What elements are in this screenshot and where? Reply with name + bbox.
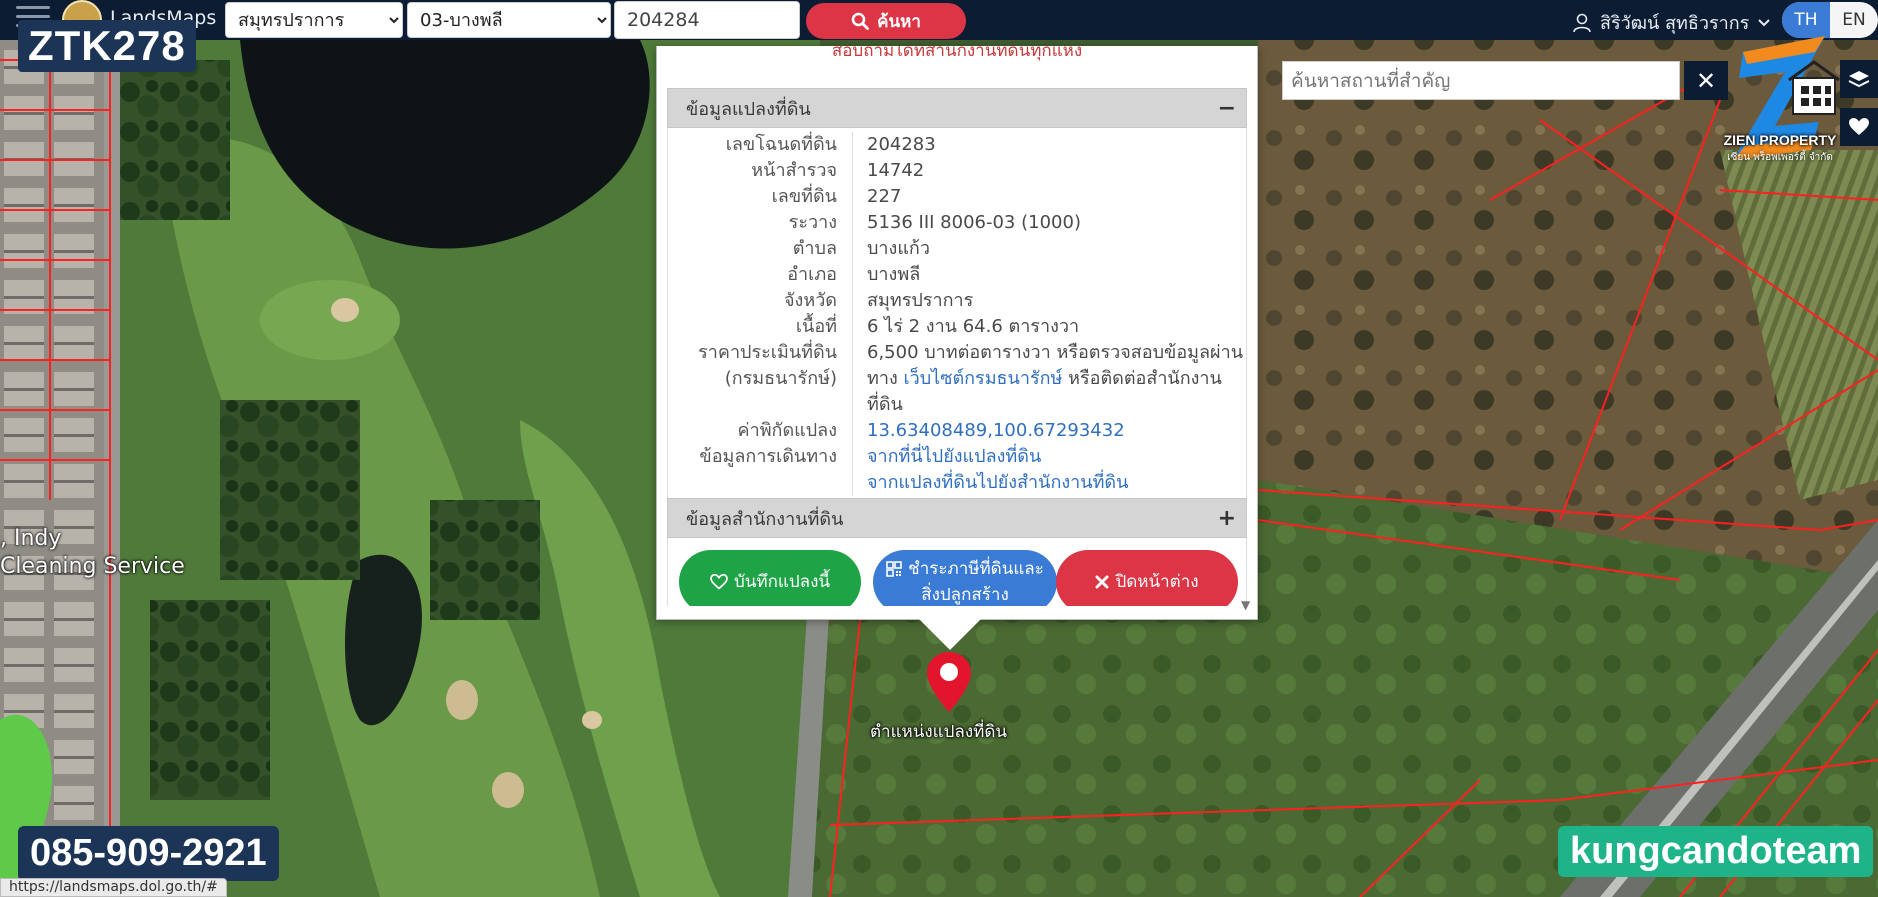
save-parcel-button[interactable]: บันทึกแปลงนี้	[679, 550, 861, 606]
save-parcel-label: บันทึกแปลงนี้	[734, 572, 830, 592]
close-icon	[1095, 575, 1109, 589]
info-label: ตำบล	[668, 236, 853, 262]
favorites-heart-icon[interactable]	[1840, 108, 1878, 146]
info-value: สมุทรปราการ	[867, 290, 974, 311]
info-row-district: อำเภอ บางพลี	[668, 262, 1246, 288]
info-value: 227	[867, 186, 902, 207]
section-parcel-header[interactable]: ข้อมูลแปลงที่ดิน −	[667, 88, 1247, 128]
user-icon	[1573, 13, 1591, 32]
poi-label-indy: , Indy	[0, 526, 62, 551]
zien-property-subtitle: เซียน พร็อพเพอร์ตี้ จำกัด	[1727, 152, 1833, 163]
price-value-line2: ทาง เว็บไซต์กรมธนารักษ์ หรือติดต่อสำนักง…	[867, 366, 1246, 418]
info-row-survey-page: หน้าสำรวจ 14742	[668, 158, 1246, 184]
chevron-down-icon	[1758, 18, 1771, 26]
info-label: อำเภอ	[668, 262, 853, 288]
province-select[interactable]: สมุทรปราการ	[225, 2, 403, 38]
coordinates-link[interactable]: 13.63408489,100.67293432	[853, 418, 1246, 444]
route-parcel-to-office-link[interactable]: จากแปลงที่ดินไปยังสำนักงานที่ดิน	[867, 470, 1246, 496]
info-value: บางแก้ว	[867, 238, 930, 259]
zien-property-name: ZIEN PROPERTY	[1723, 132, 1837, 148]
expand-icon[interactable]: +	[1218, 506, 1236, 531]
popup-scroll-area[interactable]: สอบถามได้ที่สำนักงานที่ดินทุกแห่ง ข้อมูล…	[667, 46, 1247, 606]
info-row-coordinates: ค่าพิกัดแปลง 13.63408489,100.67293432	[668, 418, 1246, 444]
status-url: https://landsmaps.dol.go.th/#	[0, 878, 227, 897]
price-value-pre: ทาง	[867, 368, 904, 389]
info-label: ราคาประเมินที่ดิน (กรมธนารักษ์)	[668, 340, 853, 418]
search-button-label: ค้นหา	[877, 11, 921, 32]
info-row-deed-number: เลขโฉนดที่ดิน 204283	[668, 132, 1246, 158]
info-value: 5136 III 8006-03 (1000)	[867, 212, 1081, 233]
info-row-subdistrict: ตำบล บางแก้ว	[668, 236, 1246, 262]
close-window-button[interactable]: ปิดหน้าต่าง	[1056, 550, 1238, 606]
popup-pointer	[918, 618, 982, 650]
map-pin-icon[interactable]	[927, 652, 971, 712]
info-value: จากที่นี่ไปยังแปลงที่ดิน จากแปลงที่ดินไป…	[853, 444, 1246, 496]
info-label: เนื้อที่	[668, 314, 853, 340]
info-value: 6 ไร่ 2 งาน 64.6 ตารางวา	[867, 316, 1080, 337]
heart-outline-icon	[710, 574, 728, 590]
info-value: 204283	[867, 134, 936, 155]
section-office-title: ข้อมูลสำนักงานที่ดิน	[686, 508, 844, 530]
scroll-down-arrow-icon[interactable]: ▼	[1241, 598, 1250, 612]
collapse-icon[interactable]: −	[1218, 96, 1236, 121]
info-value: 6,500 บาทต่อตารางวา หรือตรวจสอบข้อมูลผ่า…	[853, 340, 1246, 418]
pay-land-tax-button[interactable]: ชำระภาษีที่ดินและ สิ่งปลูกสร้าง	[873, 550, 1057, 606]
poi-label-cleaning-service: Cleaning Service	[0, 554, 185, 579]
info-row-travel: ข้อมูลการเดินทาง จากที่นี่ไปยังแปลงที่ดิ…	[668, 444, 1246, 496]
popup-notice: สอบถามได้ที่สำนักงานที่ดินทุกแห่ง	[831, 46, 1083, 61]
info-label: ข้อมูลการเดินทาง	[668, 444, 853, 496]
search-button[interactable]: ค้นหา	[806, 3, 966, 39]
info-label: ค่าพิกัดแปลง	[668, 418, 853, 444]
section-office-header[interactable]: ข้อมูลสำนักงานที่ดิน +	[667, 498, 1247, 538]
price-label-line1: ราคาประเมินที่ดิน	[698, 342, 837, 363]
pay-tax-label-line1: ชำระภาษีที่ดินและ	[908, 559, 1044, 579]
zien-property-logo	[1733, 36, 1840, 160]
treasury-website-link[interactable]: เว็บไซต์กรมธนารักษ์	[903, 368, 1062, 389]
info-label: จังหวัด	[668, 288, 853, 314]
info-row-land-number: เลขที่ดิน 227	[668, 184, 1246, 210]
parcel-info-table: เลขโฉนดที่ดิน 204283 หน้าสำรวจ 14742 เลข…	[667, 128, 1247, 498]
price-value-line1: 6,500 บาทต่อตารางวา หรือตรวจสอบข้อมูลผ่า…	[867, 342, 1243, 363]
parcel-info-popup: สอบถามได้ที่สำนักงานที่ดินทุกแห่ง ข้อมูล…	[656, 46, 1258, 620]
popup-action-buttons: บันทึกแปลงนี้ ชำระภาษีที่ดินและ สิ่งปลูก…	[667, 538, 1247, 606]
pay-tax-label-line2: สิ่งปลูกสร้าง	[921, 585, 1009, 605]
info-row-appraised-price: ราคาประเมินที่ดิน (กรมธนารักษ์) 6,500 บา…	[668, 340, 1246, 418]
district-select[interactable]: 03-บางพลี	[407, 2, 611, 38]
place-search-input[interactable]	[1282, 61, 1680, 100]
listing-code-badge: ZTK278	[18, 20, 196, 72]
layers-icon[interactable]	[1840, 60, 1878, 98]
info-row-map-sheet: ระวาง 5136 III 8006-03 (1000)	[668, 210, 1246, 236]
price-label-line2: (กรมธนารักษ์)	[724, 368, 837, 389]
info-label: ระวาง	[668, 210, 853, 236]
qr-code-icon	[886, 561, 902, 577]
marker-label: ตำแหน่งแปลงที่ดิน	[870, 722, 1008, 742]
route-here-to-parcel-link[interactable]: จากที่นี่ไปยังแปลงที่ดิน	[867, 444, 1246, 470]
info-row-province: จังหวัด สมุทรปราการ	[668, 288, 1246, 314]
info-value: บางพลี	[867, 264, 921, 285]
info-label: หน้าสำรวจ	[668, 158, 853, 184]
top-navbar: LandsMaps สมุทรปราการ 03-บางพลี ค้นหา สิ…	[0, 0, 1878, 40]
team-badge: kungcandoteam	[1558, 826, 1874, 877]
info-label: เลขที่ดิน	[668, 184, 853, 210]
close-window-label: ปิดหน้าต่าง	[1115, 572, 1199, 592]
info-row-area: เนื้อที่ 6 ไร่ 2 งาน 64.6 ตารางวา	[668, 314, 1246, 340]
parcel-number-input[interactable]	[614, 1, 800, 39]
info-value: 14742	[867, 160, 925, 181]
section-parcel-title: ข้อมูลแปลงที่ดิน	[686, 98, 811, 120]
phone-badge: 085-909-2921	[18, 826, 279, 881]
info-label: เลขโฉนดที่ดิน	[668, 132, 853, 158]
search-icon	[851, 12, 870, 30]
